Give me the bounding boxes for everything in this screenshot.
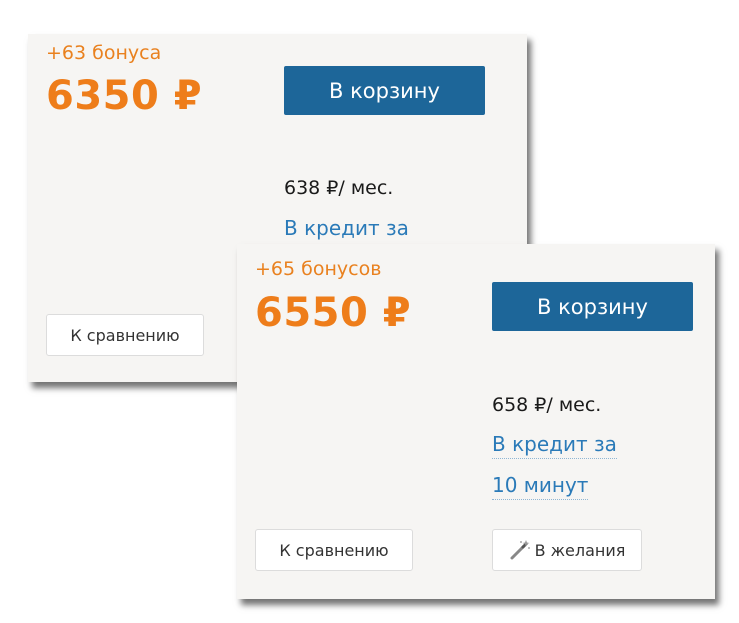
add-to-cart-button[interactable]: В корзину [492,282,693,331]
add-to-cart-button[interactable]: В корзину [284,66,485,115]
compare-button[interactable]: К сравнению [255,529,413,571]
credit-link-line2[interactable]: 10 минут [492,475,589,500]
bonus-label: +65 бонусов [255,258,382,280]
stage: +63 бонуса 6350 ₽ В корзину 638 ₽/ мес. … [0,0,739,623]
monthly-payment: 638 ₽/ мес. [284,177,394,199]
price: 6350 ₽ [46,73,203,119]
compare-button[interactable]: К сравнению [46,314,204,356]
wishlist-label: В желания [534,540,626,560]
monthly-payment: 658 ₽/ мес. [492,394,602,416]
credit-link-line1[interactable]: В кредит за [492,434,617,459]
wishlist-button[interactable]: В желания [492,529,642,571]
product-card-front: +65 бонусов 6550 ₽ В корзину 658 ₽/ мес.… [237,244,715,599]
bonus-label: +63 бонуса [46,42,162,64]
magic-wand-icon [510,540,530,560]
credit-link[interactable]: В кредит за [284,218,409,242]
price: 6550 ₽ [255,290,412,336]
